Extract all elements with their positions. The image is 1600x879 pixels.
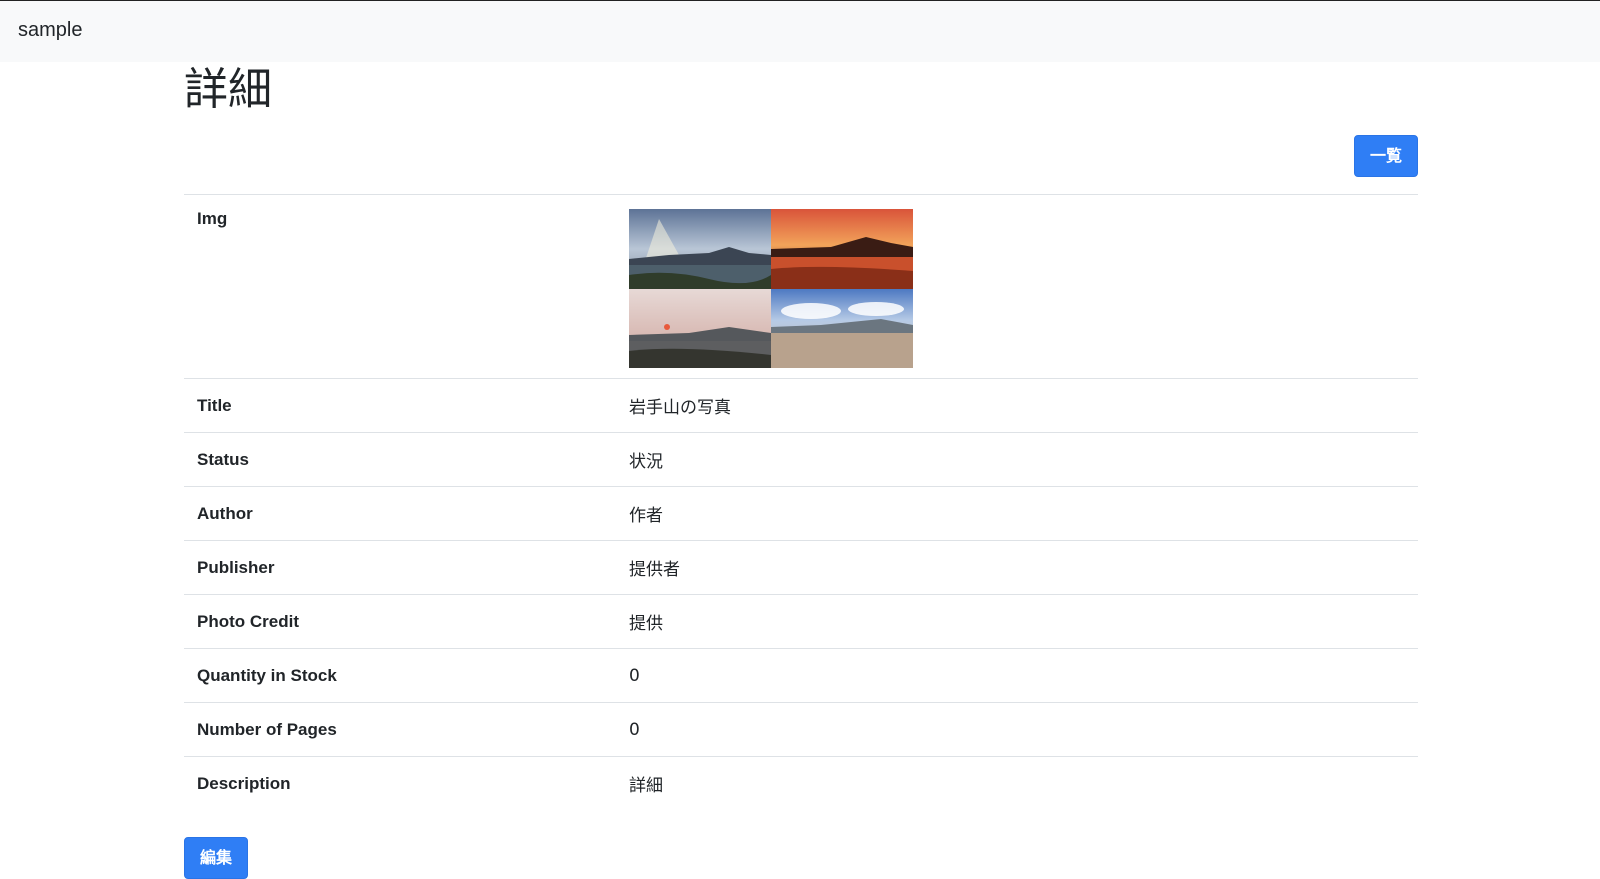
detail-row-description: Description 詳細 [184, 756, 1418, 811]
detail-row-author: Author 作者 [184, 486, 1418, 541]
navbar-brand[interactable]: sample [18, 19, 82, 42]
detail-label-photo-credit: Photo Credit [197, 611, 299, 631]
detail-row-publisher: Publisher 提供者 [184, 540, 1418, 595]
detail-label-description: Description [197, 773, 291, 793]
photo-pink-dusk [629, 289, 771, 368]
detail-value-publisher: 提供者 [629, 560, 680, 580]
detail-value-description: 詳細 [629, 776, 663, 796]
detail-value-img [629, 195, 1418, 379]
photo-collage [629, 209, 913, 368]
detail-row-photo-credit: Photo Credit 提供 [184, 594, 1418, 649]
detail-row-title: Title 岩手山の写真 [184, 378, 1418, 433]
detail-row-img: Img [184, 194, 1418, 379]
detail-table: Img Title 岩手山の写真 Status 状況 Author 作者 Pub… [184, 194, 1418, 810]
photo-river-sunrays [629, 209, 771, 289]
detail-label-title: Title [197, 395, 232, 415]
page-title: 詳細 [184, 64, 272, 115]
detail-row-status: Status 状況 [184, 432, 1418, 487]
navbar: sample [0, 0, 1600, 62]
detail-value-pages: 0 [629, 719, 640, 740]
detail-label-status: Status [197, 449, 249, 469]
detail-label-pages: Number of Pages [197, 719, 337, 739]
detail-value-status: 状況 [629, 452, 663, 472]
photo-sunset-mountain [771, 209, 913, 289]
photo-muddy-river [771, 289, 913, 368]
detail-row-quantity: Quantity in Stock 0 [184, 648, 1418, 703]
detail-label-quantity: Quantity in Stock [197, 665, 337, 685]
detail-label-publisher: Publisher [197, 557, 275, 577]
detail-label-img: Img [197, 209, 228, 228]
detail-value-author: 作者 [629, 506, 663, 526]
detail-value-quantity: 0 [629, 665, 640, 686]
detail-value-title: 岩手山の写真 [629, 398, 731, 418]
detail-label-author: Author [197, 503, 253, 523]
detail-row-pages: Number of Pages 0 [184, 702, 1418, 757]
detail-value-photo-credit: 提供 [629, 614, 663, 634]
edit-button[interactable]: 編集 [184, 837, 248, 879]
list-button[interactable]: 一覧 [1354, 135, 1418, 177]
